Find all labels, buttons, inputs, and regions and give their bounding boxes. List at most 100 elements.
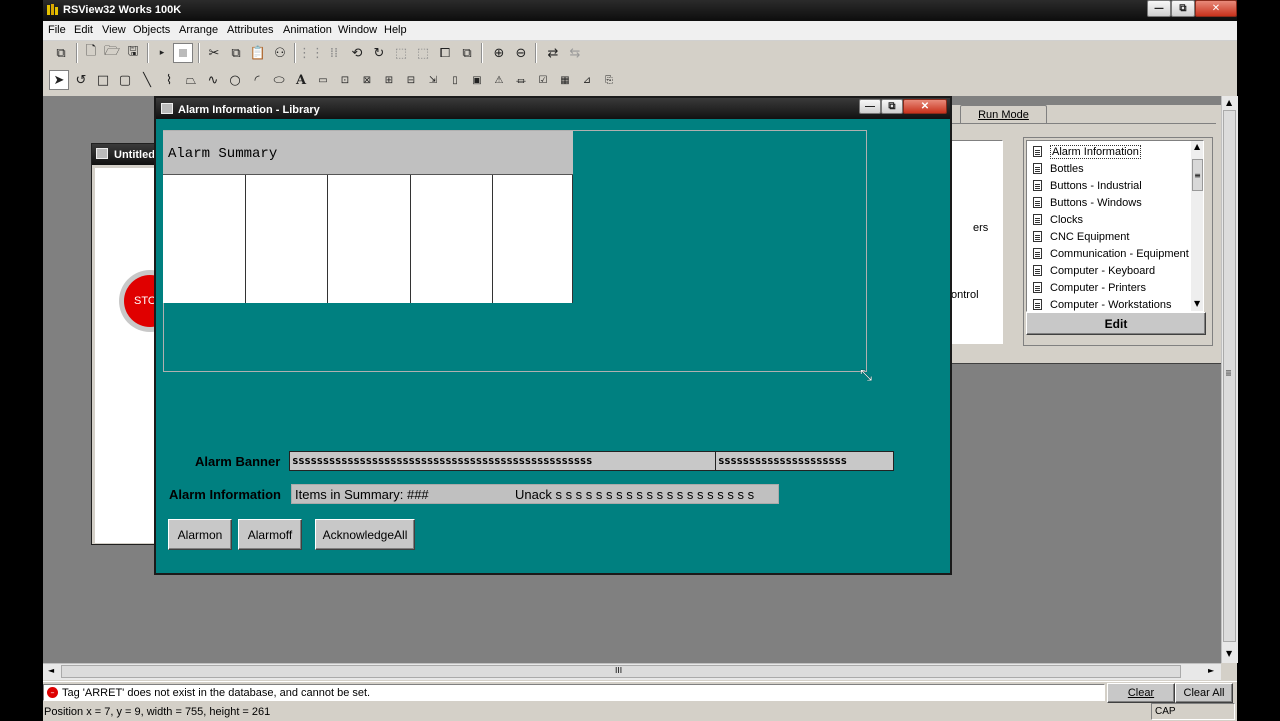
panel-icon[interactable]: ▯ [445, 70, 465, 90]
text-icon[interactable]: A [291, 70, 311, 90]
duplicate-icon[interactable]: ⚇ [270, 43, 290, 63]
trend-chart-icon[interactable]: ⊿ [577, 70, 597, 90]
arc-icon[interactable]: ◜ [247, 70, 267, 90]
zoom-out-icon[interactable]: ⊖ [511, 43, 531, 63]
list-item[interactable]: ontrol [951, 289, 979, 301]
menu-window[interactable]: Window [338, 24, 377, 36]
paste-icon[interactable]: 📋 [248, 43, 268, 63]
clear-all-button[interactable]: Clear All [1175, 683, 1233, 703]
scroll-down-icon[interactable]: ▼ [1226, 649, 1232, 658]
vertical-scroll-thumb[interactable]: III [1223, 110, 1236, 642]
clear-button[interactable]: Clear [1107, 683, 1175, 703]
minimize-button[interactable]: — [859, 99, 881, 114]
select-icon[interactable]: ➤ [49, 70, 69, 90]
tab-run-mode[interactable]: Run Mode [960, 105, 1047, 124]
ungroup-icon[interactable]: ⧠ [435, 43, 455, 63]
run-icon[interactable]: ▸ [152, 43, 172, 63]
alarmon-button[interactable]: Alarmon [168, 519, 232, 550]
wedge-icon[interactable]: ⬭ [269, 70, 289, 90]
rotate-tool-icon[interactable]: ↺ [71, 70, 91, 90]
new-display-icon[interactable]: ⧉ [51, 43, 71, 63]
list-item[interactable]: ers [973, 222, 988, 234]
swap-icon[interactable]: ⇆ [565, 43, 585, 63]
freehand-icon[interactable]: ∿ [203, 70, 223, 90]
component-list[interactable]: ers ontrol [948, 140, 1003, 344]
close-button[interactable]: ✕ [903, 99, 947, 114]
library-item[interactable]: Clocks [1033, 212, 1083, 227]
recipe-icon[interactable]: ⊟ [401, 70, 421, 90]
new-file-icon[interactable]: 🗋 [81, 43, 101, 63]
horizontal-scroll-thumb[interactable]: III [61, 665, 1181, 678]
library-list[interactable]: Alarm Information Bottles Buttons - Indu… [1026, 140, 1204, 312]
menu-animation[interactable]: Animation [283, 24, 332, 36]
menu-edit[interactable]: Edit [74, 24, 93, 36]
object-smart-path-icon[interactable]: ⟲ [347, 43, 367, 63]
copy-icon[interactable]: ⧉ [226, 43, 246, 63]
rounded-rect-icon[interactable]: ▢ [115, 70, 135, 90]
alarmoff-button[interactable]: Alarmoff [238, 519, 302, 550]
numeric-input-icon[interactable]: ⊡ [335, 70, 355, 90]
close-button[interactable]: ✕ [1195, 0, 1237, 17]
library-item[interactable]: Computer - Printers [1033, 280, 1146, 295]
ellipse-icon[interactable]: ○ [225, 70, 245, 90]
scroll-up-icon[interactable]: ▲ [1194, 142, 1200, 151]
ole-icon[interactable]: ▦ [555, 70, 575, 90]
vertical-scrollbar[interactable]: ▲ III ▼ [1221, 96, 1238, 663]
library-item[interactable]: Computer - Keyboard [1033, 263, 1155, 278]
edit-button[interactable]: Edit [1026, 312, 1206, 335]
numeric-display-icon[interactable]: ⊞ [379, 70, 399, 90]
library-item[interactable]: Buttons - Windows [1033, 195, 1142, 210]
menu-help[interactable]: Help [384, 24, 407, 36]
open-icon[interactable]: 🗁 [102, 43, 122, 63]
snap-icon[interactable]: ⁞⁞ [324, 43, 344, 63]
grid-icon[interactable]: ⋮⋮ [298, 43, 324, 63]
align-icon[interactable]: ⬚ [391, 43, 411, 63]
flip-icon[interactable]: ⇄ [543, 43, 563, 63]
zoom-in-icon[interactable]: ⊕ [489, 43, 509, 63]
stop-icon[interactable] [173, 43, 193, 63]
polyline-icon[interactable]: ⌇ [159, 70, 179, 90]
arrow-icon[interactable]: ⇲ [423, 70, 443, 90]
library-item[interactable]: CNC Equipment [1033, 229, 1129, 244]
minimize-button[interactable]: — [1147, 0, 1171, 17]
alarm-summary-object[interactable]: Alarm Summary [163, 131, 573, 303]
string-display-icon[interactable]: ⊠ [357, 70, 377, 90]
alarm-icon[interactable]: ⚠ [489, 70, 509, 90]
menu-file[interactable]: File [48, 24, 66, 36]
rectangle-icon[interactable]: □ [93, 70, 113, 90]
scroll-down-icon[interactable]: ▼ [1194, 299, 1200, 308]
library-item[interactable]: Communication - Equipment [1033, 246, 1189, 261]
activex-icon[interactable]: ☑ [533, 70, 553, 90]
bring-front-icon[interactable]: ⧉ [457, 43, 477, 63]
group-icon[interactable]: ⬚ [413, 43, 433, 63]
menu-view[interactable]: View [102, 24, 126, 36]
cut-icon[interactable]: ✂ [204, 43, 224, 63]
message-icon[interactable]: ⎘ [599, 70, 619, 90]
library-scrollbar[interactable]: ▲ ≡ ▼ [1191, 141, 1203, 311]
line-icon[interactable]: ╲ [137, 70, 157, 90]
menu-objects[interactable]: Objects [133, 24, 170, 36]
alarm-banner-field[interactable]: ssssssssssssssssssssssssssssssssssssssss… [289, 451, 894, 471]
acknowledge-all-button[interactable]: AcknowledgeAll [315, 519, 415, 550]
bitmap-icon[interactable]: ▣ [467, 70, 487, 90]
polygon-icon[interactable]: ⏢ [181, 70, 201, 90]
scroll-right-icon[interactable]: ► [1208, 666, 1214, 675]
save-icon[interactable]: 🖫 [123, 43, 143, 63]
library-item[interactable]: Bottles [1033, 161, 1084, 176]
menu-arrange[interactable]: Arrange [179, 24, 218, 36]
scroll-left-icon[interactable]: ◄ [48, 666, 54, 675]
alarm-information-field[interactable]: Items in Summary: ### Unack s s s s s s … [291, 484, 779, 504]
library-item[interactable]: Computer - Workstations [1033, 297, 1171, 311]
scroll-thumb[interactable]: ≡ [1192, 159, 1203, 191]
restore-button[interactable]: ⧉ [1171, 0, 1195, 17]
menu-attributes[interactable]: Attributes [227, 24, 273, 36]
rotate-icon[interactable]: ↻ [369, 43, 389, 63]
button-icon[interactable]: ▭ [313, 70, 333, 90]
scroll-up-icon[interactable]: ▲ [1226, 98, 1232, 107]
alarm-library-window[interactable]: Alarm Information - Library — ⧉ ✕ ⤡ Alar… [154, 96, 952, 575]
library-item[interactable]: Buttons - Industrial [1033, 178, 1142, 193]
library-item-alarm-information[interactable]: Alarm Information [1033, 144, 1141, 159]
maximize-button[interactable]: ⧉ [881, 99, 903, 114]
trend-icon[interactable]: ⏛ [511, 70, 531, 90]
horizontal-scrollbar[interactable]: ◄ III ► [43, 663, 1221, 680]
